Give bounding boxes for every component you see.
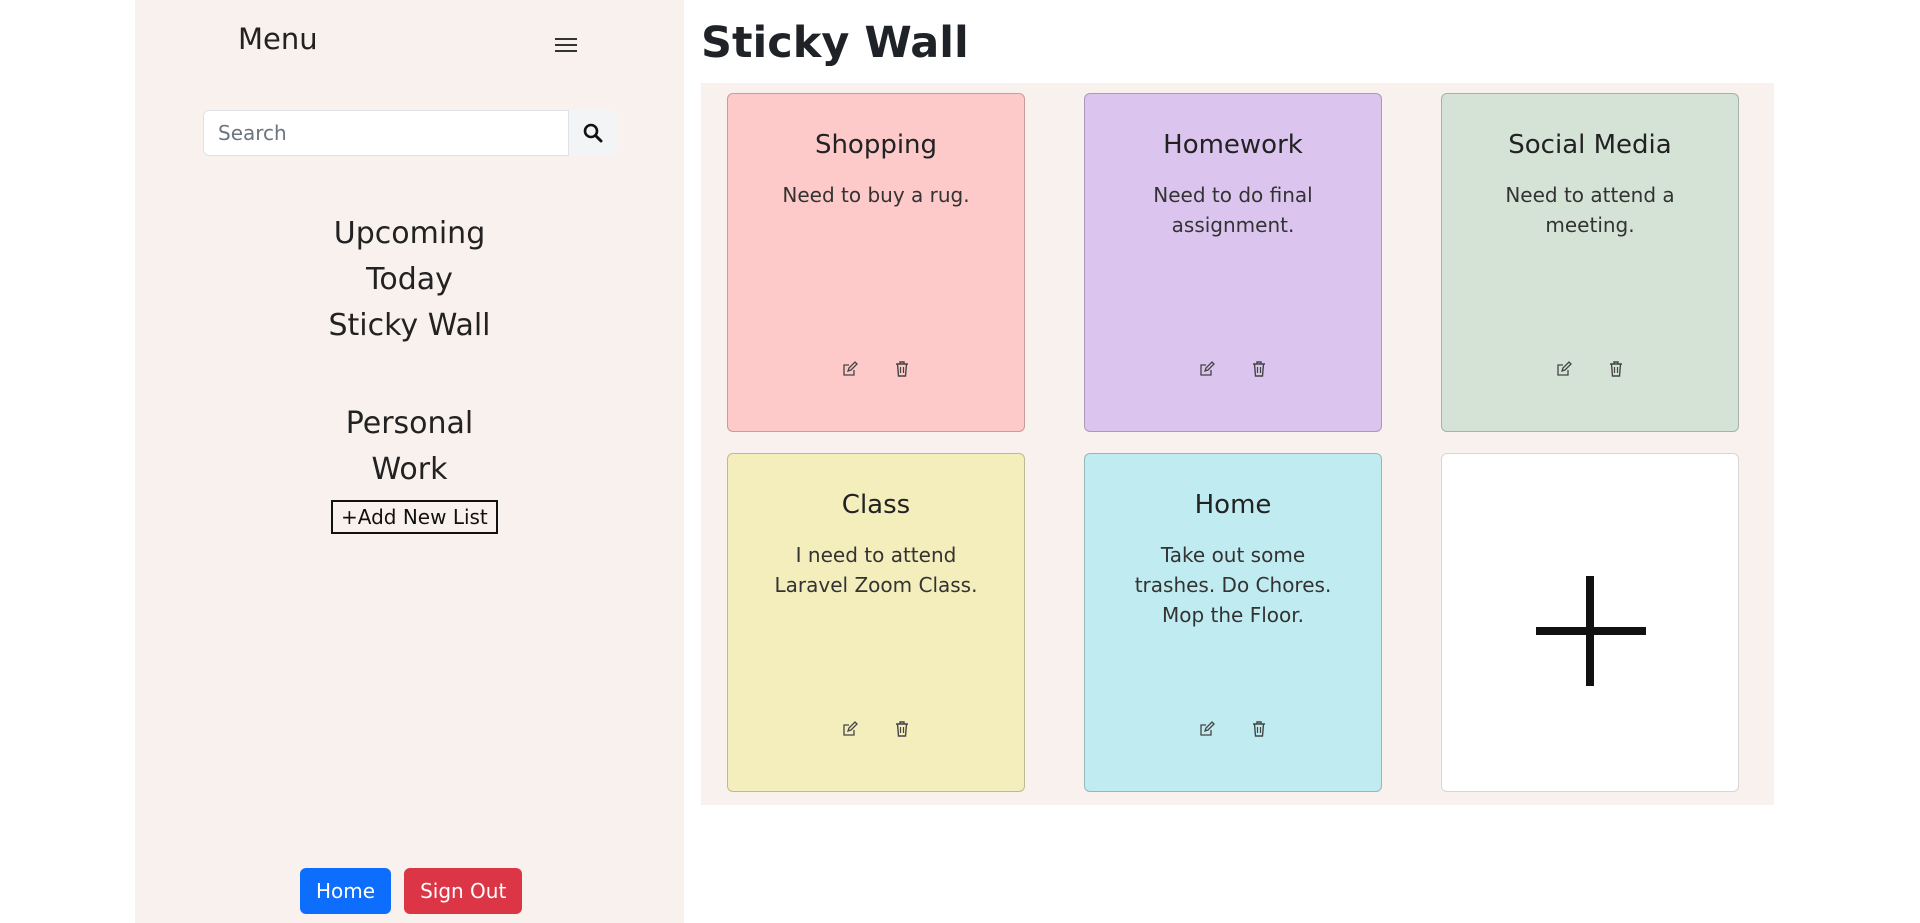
trash-icon[interactable] [1606,359,1626,379]
sign-out-button[interactable]: Sign Out [404,868,523,914]
sticky-wall: Shopping Need to buy a rug. Homework Nee… [701,83,1774,805]
search-icon [583,123,603,143]
note-title: Shopping [814,130,938,160]
page-title: Sticky Wall [701,18,969,68]
nav-item-work[interactable]: Work [135,447,684,493]
trash-icon[interactable] [1249,719,1269,739]
edit-icon[interactable] [1554,359,1574,379]
edit-icon[interactable] [1197,719,1217,739]
note-body: Need to buy a rug. [782,183,970,207]
note-actions [1085,359,1381,379]
note-body: I need to attend Laravel Zoom Class. [774,543,978,597]
menu-title: Menu [238,22,318,56]
note-body: Take out some trashes. Do Chores. Mop th… [1134,543,1332,627]
search-button[interactable] [569,110,617,156]
nav-item-upcoming[interactable]: Upcoming [135,211,684,257]
trash-icon[interactable] [892,359,912,379]
add-new-list-button[interactable]: +Add New List [331,500,498,534]
search-input[interactable] [203,110,569,156]
search-bar [203,110,617,156]
add-note-button[interactable] [1441,453,1739,792]
nav-item-sticky-wall[interactable]: Sticky Wall [135,303,684,349]
edit-icon[interactable] [840,719,860,739]
sidebar-actions: Home Sign Out [300,868,523,914]
sticky-note-shopping: Shopping Need to buy a rug. [727,93,1025,432]
lists-nav: Personal Work [135,401,684,493]
note-actions [728,719,1024,739]
note-actions [728,359,1024,379]
trash-icon[interactable] [892,719,912,739]
sidebar: Menu Upcoming Today Sticky Wall Personal… [135,0,684,923]
task-nav: Upcoming Today Sticky Wall [135,211,684,349]
note-body: Need to do final assignment. [1153,183,1313,237]
sticky-note-class: Class I need to attend Laravel Zoom Clas… [727,453,1025,792]
nav-item-today[interactable]: Today [135,257,684,303]
hamburger-icon[interactable] [555,38,581,58]
note-actions [1442,359,1738,379]
edit-icon[interactable] [840,359,860,379]
note-body: Need to attend a meeting. [1505,183,1675,237]
note-title: Social Media [1508,130,1672,160]
nav-item-personal[interactable]: Personal [135,401,684,447]
sticky-note-social-media: Social Media Need to attend a meeting. [1441,93,1739,432]
home-button[interactable]: Home [300,868,392,914]
sticky-note-homework: Homework Need to do final assignment. [1084,93,1382,432]
note-actions [1085,719,1381,739]
trash-icon[interactable] [1249,359,1269,379]
note-title: Class [841,490,911,520]
edit-icon[interactable] [1197,359,1217,379]
note-title: Homework [1163,130,1303,160]
sticky-note-home: Home Take out some trashes. Do Chores. M… [1084,453,1382,792]
note-title: Home [1194,490,1272,520]
